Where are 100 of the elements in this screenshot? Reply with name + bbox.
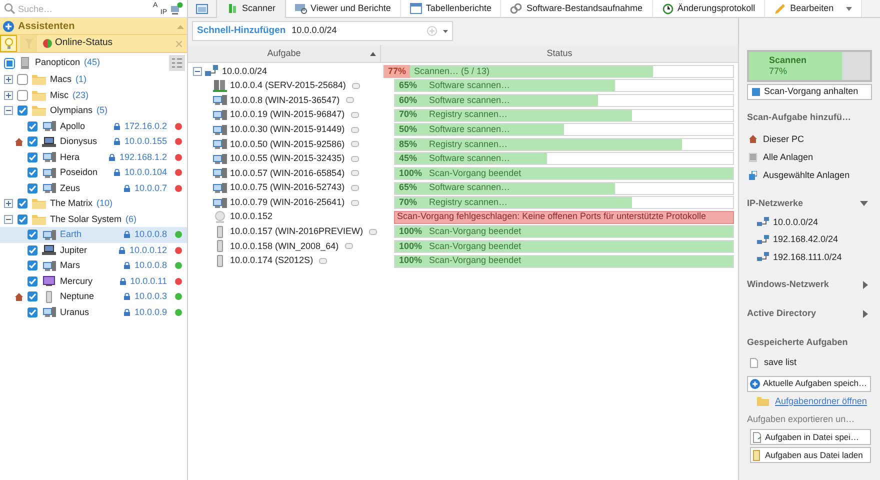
lock-icon	[124, 184, 130, 192]
tree-row[interactable]: Neptune 10.0.0.3	[0, 289, 187, 304]
folder-icon	[32, 90, 46, 101]
task-name[interactable]: 10.0.0.50 (WIN-2015-92586)	[230, 138, 345, 152]
section-toggle[interactable]: IP-Netzwerke	[747, 196, 872, 210]
menu-item[interactable]: Dieser PC	[747, 130, 872, 148]
laptop-icon	[42, 136, 56, 148]
task-name[interactable]: 10.0.0.19 (WIN-2015-96847)	[230, 108, 345, 122]
tab[interactable]: Viewer und Berichte	[286, 0, 401, 17]
task-name[interactable]: 10.0.0.57 (WIN-2016-65854)	[230, 166, 345, 180]
monitor-icon	[42, 120, 56, 132]
tab[interactable]: Scanner	[216, 0, 286, 18]
scan-percent: 77%	[769, 66, 788, 77]
host-name: Jupiter	[60, 244, 88, 257]
folder-label[interactable]: The Matrix	[50, 197, 93, 210]
status-text: Scan-Vorgang beendet	[428, 240, 522, 253]
bulb-button[interactable]	[0, 35, 17, 52]
section-toggle[interactable]: Windows-Netzwerk	[747, 278, 872, 292]
checkbox[interactable]	[27, 182, 38, 194]
folder-label[interactable]: Misc	[50, 88, 68, 102]
checkbox[interactable]	[17, 198, 28, 210]
section-toggle[interactable]: Active Directory	[747, 307, 872, 321]
tree-row[interactable]: Zeus 10.0.0.7	[0, 180, 187, 196]
task-name[interactable]: 10.0.0.75 (WIN-2016-52743)	[230, 181, 345, 195]
checkbox[interactable]	[4, 58, 15, 68]
tree-row[interactable]: Jupiter 10.0.0.12	[0, 242, 187, 258]
tree-row[interactable]: Poseidon 10.0.0.104	[0, 165, 187, 180]
task-name[interactable]: 10.0.0.152	[230, 210, 273, 224]
search-icon	[4, 3, 15, 14]
tab[interactable]: Tabellenberichte	[400, 0, 502, 17]
checkbox[interactable]	[27, 167, 38, 178]
checkbox[interactable]	[17, 74, 28, 86]
table-icon	[410, 2, 422, 14]
tab[interactable]: Software-Bestandsaufnahme	[501, 0, 653, 17]
host-name: Mercury	[60, 274, 94, 288]
checkbox[interactable]	[17, 105, 28, 116]
column-header[interactable]: Status	[381, 45, 738, 62]
saved-list-item[interactable]: save list	[747, 354, 872, 372]
task-name[interactable]: 10.0.0.174 (S2012S)	[230, 254, 314, 268]
task-name[interactable]: 10.0.0.30 (WIN-2015-91449)	[230, 122, 345, 136]
collapse-icon[interactable]	[4, 214, 13, 224]
folder-label[interactable]: The Solar System	[50, 212, 122, 226]
checkbox[interactable]	[27, 260, 38, 272]
tree-row[interactable]: Apollo 172.16.0.2	[0, 118, 187, 134]
checkbox[interactable]	[27, 152, 38, 163]
lock-icon	[114, 169, 120, 176]
view-toggle-icon[interactable]	[169, 55, 185, 71]
task-name[interactable]: 10.0.0.8 (WIN-2015-36547)	[230, 94, 340, 108]
tree-row[interactable]: Hera 192.168.1.2	[0, 150, 187, 165]
tree-item[interactable]: Panopticon	[35, 56, 80, 70]
checkbox[interactable]	[27, 120, 38, 132]
task-name[interactable]: 10.0.0.0/24	[222, 64, 268, 78]
tree-row[interactable]: Uranus 10.0.0.9	[0, 304, 187, 320]
file-button[interactable]: Aufgaben in Datei spei…	[750, 429, 871, 445]
folder-icon	[32, 105, 46, 116]
checkbox[interactable]	[27, 276, 38, 287]
expand-icon[interactable]	[4, 75, 13, 84]
checkbox[interactable]	[27, 229, 38, 240]
expand-icon[interactable]	[4, 90, 13, 100]
quick-add-field[interactable]: Schnell-Hinzufügen 10.0.0.0/24	[192, 21, 453, 41]
status-text: Scan-Vorgang beendet	[428, 225, 522, 238]
search-field[interactable]: Suche…	[18, 2, 150, 16]
monitor-icon	[213, 94, 227, 106]
checkbox[interactable]	[27, 291, 38, 302]
open-folder-link[interactable]: Aufgabenordner öffnen	[775, 394, 867, 408]
network-item[interactable]: 10.0.0.0/24	[747, 214, 872, 231]
tab[interactable]: Bearbeiten	[765, 0, 862, 17]
checkbox[interactable]	[27, 306, 38, 318]
network-add-icon[interactable]	[170, 2, 183, 15]
file-button[interactable]: Aufgaben aus Datei laden	[750, 447, 871, 463]
save-tasks-button[interactable]: Aktuelle Aufgaben speich…	[747, 376, 871, 392]
tab[interactable]: Änderungsprotokoll	[652, 0, 766, 17]
checkbox[interactable]	[17, 90, 28, 101]
plus-circle-icon	[3, 20, 14, 32]
checkbox[interactable]	[17, 214, 28, 225]
checkbox[interactable]	[27, 244, 38, 256]
folder-label[interactable]: Macs	[50, 73, 72, 86]
task-name[interactable]: 10.0.0.55 (WIN-2015-32435)	[230, 152, 345, 166]
expand-icon[interactable]	[4, 199, 13, 208]
tree-row[interactable]: Dionysus 10.0.0.155	[0, 134, 187, 150]
task-name[interactable]: 10.0.0.158 (WIN_2008_64)	[230, 240, 339, 254]
task-name[interactable]: 10.0.0.79 (WIN-2016-25641)	[230, 196, 345, 210]
task-name[interactable]: 10.0.0.157 (WIN-2016PREVIEW)	[230, 225, 364, 239]
network-item[interactable]: 192.168.111.0/24	[747, 248, 872, 266]
column-header[interactable]: Aufgabe	[188, 45, 381, 62]
task-name[interactable]: 10.0.0.4 (SERV-2015-25684)	[230, 79, 346, 93]
collapse-icon[interactable]	[193, 66, 202, 76]
checkbox[interactable]	[27, 136, 38, 148]
folder-label[interactable]: Olympians	[50, 104, 93, 118]
collapse-icon[interactable]	[4, 106, 13, 116]
menu-item[interactable]: Alle Anlagen	[747, 148, 872, 166]
menu-item[interactable]: Ausgewählte Anlagen	[747, 166, 872, 184]
network-item[interactable]: 192.168.42.0/24	[747, 231, 872, 248]
dropdown-caret-icon	[846, 6, 852, 10]
stop-scan-button[interactable]: Scan-Vorgang anhalten	[747, 84, 872, 100]
caret-right-icon	[863, 281, 868, 289]
item-count: (1)	[76, 73, 87, 86]
tree-row[interactable]: Mars 10.0.0.8	[0, 258, 187, 274]
tree-row[interactable]: Mercury 10.0.0.11	[0, 274, 187, 289]
tree-row[interactable]: Earth 10.0.0.8	[0, 227, 187, 242]
